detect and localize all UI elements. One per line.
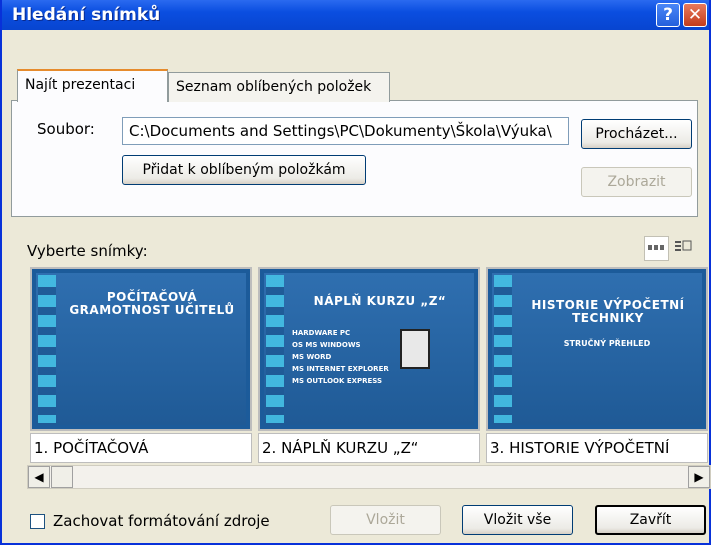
tab-favorites[interactable]: Seznam oblíbených položek xyxy=(168,72,390,102)
scroll-right-icon[interactable]: ▶ xyxy=(688,466,710,488)
close-button[interactable]: ✕ xyxy=(683,3,707,27)
binding-spine-icon xyxy=(38,275,56,423)
slide-thumbnail[interactable]: POČÍTAČOVÁ GRAMOTNOST UČITELŮ xyxy=(30,267,252,431)
add-favorites-button[interactable]: Přidat k oblíbeným položkám xyxy=(122,155,366,185)
insert-button[interactable]: Vložit xyxy=(330,505,441,535)
slide-title: POČÍTAČOVÁ GRAMOTNOST UČITELŮ xyxy=(69,290,235,317)
slide-caption: 1. POČÍTAČOVÁ xyxy=(30,433,252,463)
slide-thumbnail[interactable]: NÁPLŇ KURZU „Z“ HARDWARE PC OS MS WINDOW… xyxy=(258,267,480,431)
binding-spine-icon xyxy=(494,275,512,423)
slide-item[interactable]: HISTORIE VÝPOČETNÍ TECHNIKY STRUČNÝ PŘEH… xyxy=(483,263,711,465)
file-path-input[interactable]: C:\Documents and Settings\PC\Dokumenty\Š… xyxy=(122,117,569,145)
tab-label: Seznam oblíbených položek xyxy=(176,79,372,95)
scroll-left-icon[interactable]: ◀ xyxy=(28,466,50,488)
tab-find-presentation[interactable]: Najít prezentaci xyxy=(17,69,168,102)
help-button[interactable]: ? xyxy=(656,3,680,27)
slide-bullet: OS MS WINDOWS xyxy=(292,341,361,349)
tab-label: Najít prezentaci xyxy=(25,77,136,93)
close-dialog-button[interactable]: Zavřít xyxy=(595,505,706,535)
view-thumbnails-icon[interactable] xyxy=(644,236,669,261)
slide-bullet: MS INTERNET EXPLORER xyxy=(292,365,389,373)
title-bar: Hledání snímků ? ✕ xyxy=(2,0,709,30)
browse-button[interactable]: Procházet... xyxy=(581,119,692,149)
view-list-icon[interactable] xyxy=(671,236,696,261)
slide-caption: 2. NÁPLŇ KURZU „Z“ xyxy=(258,433,480,463)
slide-item[interactable]: NÁPLŇ KURZU „Z“ HARDWARE PC OS MS WINDOW… xyxy=(255,263,483,465)
slide-thumbnail[interactable]: HISTORIE VÝPOČETNÍ TECHNIKY STRUČNÝ PŘEH… xyxy=(486,267,708,431)
slide-caption: 3. HISTORIE VÝPOČETNÍ xyxy=(486,433,708,463)
computer-icon xyxy=(400,329,430,369)
slide-subtitle: STRUČNÝ PŘEHLED xyxy=(563,339,651,348)
slide-title: HISTORIE VÝPOČETNÍ TECHNIKY xyxy=(531,298,685,325)
slide-gallery: POČÍTAČOVÁ GRAMOTNOST UČITELŮ 1. POČÍTAČ… xyxy=(27,263,711,465)
scroll-thumb[interactable] xyxy=(51,466,73,488)
insert-all-button[interactable]: Vložit vše xyxy=(462,505,573,535)
select-slides-label: Vyberte snímky: xyxy=(27,242,148,260)
show-button[interactable]: Zobrazit xyxy=(581,167,692,197)
slide-bullet: MS WORD xyxy=(292,353,332,361)
slide-bullets: HARDWARE PC OS MS WINDOWS MS WORD MS INT… xyxy=(292,327,389,387)
keep-format-checkbox[interactable] xyxy=(30,514,45,529)
keep-format-label: Zachovat formátování zdroje xyxy=(53,512,270,530)
slide-bullet: MS OUTLOOK EXPRESS xyxy=(292,377,383,385)
slide-title: NÁPLŇ KURZU „Z“ xyxy=(313,294,447,308)
window-title: Hledání snímků xyxy=(12,5,161,25)
binding-spine-icon xyxy=(266,275,284,423)
slide-item[interactable]: POČÍTAČOVÁ GRAMOTNOST UČITELŮ 1. POČÍTAČ… xyxy=(27,263,255,465)
horizontal-scrollbar[interactable]: ◀ ▶ xyxy=(27,465,711,489)
file-label: Soubor: xyxy=(37,120,95,138)
slide-bullet: HARDWARE PC xyxy=(292,329,351,337)
